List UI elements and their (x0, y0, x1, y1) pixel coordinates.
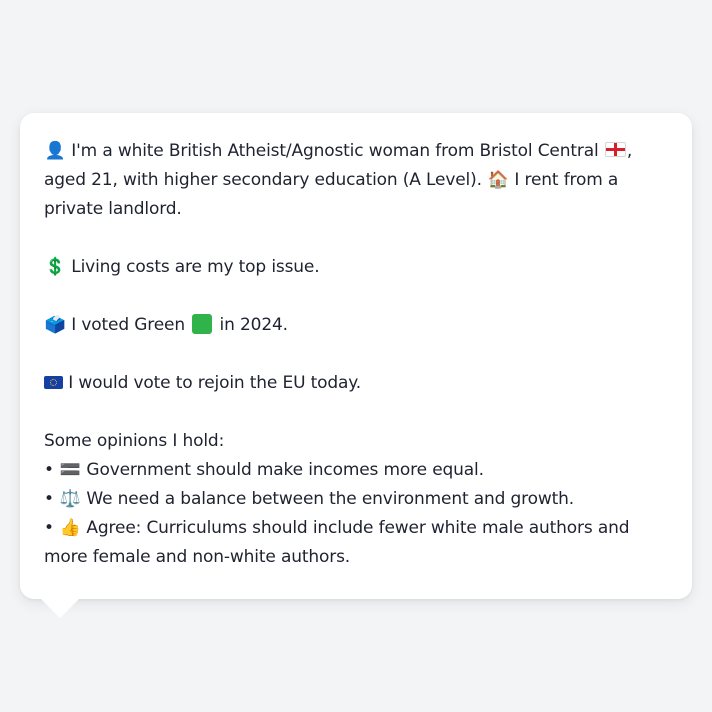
top-issue-paragraph: 💲 Living costs are my top issue. (44, 253, 668, 282)
green-square-icon (192, 314, 213, 334)
equals-icon: 🟰 (59, 460, 81, 480)
eu-text: I would vote to rejoin the EU today. (68, 373, 362, 393)
intro-paragraph: 👤 I'm a white British Atheist/Agnostic w… (44, 137, 668, 224)
bullet-mark: • (44, 489, 54, 509)
bullet-mark: • (44, 518, 54, 538)
intro-text-1: I'm a white British Atheist/Agnostic wom… (71, 141, 599, 161)
top-issue-text: Living costs are my top issue. (71, 257, 320, 277)
opinion-item: • ⚖️ We need a balance between the envir… (44, 485, 668, 514)
scales-icon: ⚖️ (59, 489, 81, 509)
thumbs-up-icon: 👍 (59, 518, 81, 538)
opinions-heading: Some opinions I hold: (44, 431, 225, 451)
person-icon: 👤 (44, 141, 66, 161)
opinion-item: • 👍 Agree: Curriculums should include fe… (44, 514, 668, 572)
house-icon: 🏠 (487, 170, 509, 190)
eu-flag-icon (44, 376, 63, 389)
ballot-box-icon: 🗳️ (44, 315, 66, 335)
bubble-tail (40, 598, 80, 618)
vote-text-1: I voted Green (71, 315, 185, 335)
opinion-item: • 🟰 Government should make incomes more … (44, 456, 668, 485)
vote-paragraph: 🗳️ I voted Green in 2024. (44, 311, 668, 340)
vote-text-2: in 2024. (219, 315, 289, 335)
england-flag-icon (604, 142, 626, 157)
dollar-icon: 💲 (44, 257, 66, 277)
opinion-text: Government should make incomes more equa… (86, 460, 484, 480)
chat-bubble: 👤 I'm a white British Atheist/Agnostic w… (20, 113, 692, 599)
opinion-text: We need a balance between the environmen… (86, 489, 575, 509)
bubble-content: 👤 I'm a white British Atheist/Agnostic w… (44, 137, 668, 572)
opinion-text: Agree: Curriculums should include fewer … (44, 518, 630, 567)
bullet-mark: • (44, 460, 54, 480)
eu-paragraph: I would vote to rejoin the EU today. (44, 369, 668, 398)
